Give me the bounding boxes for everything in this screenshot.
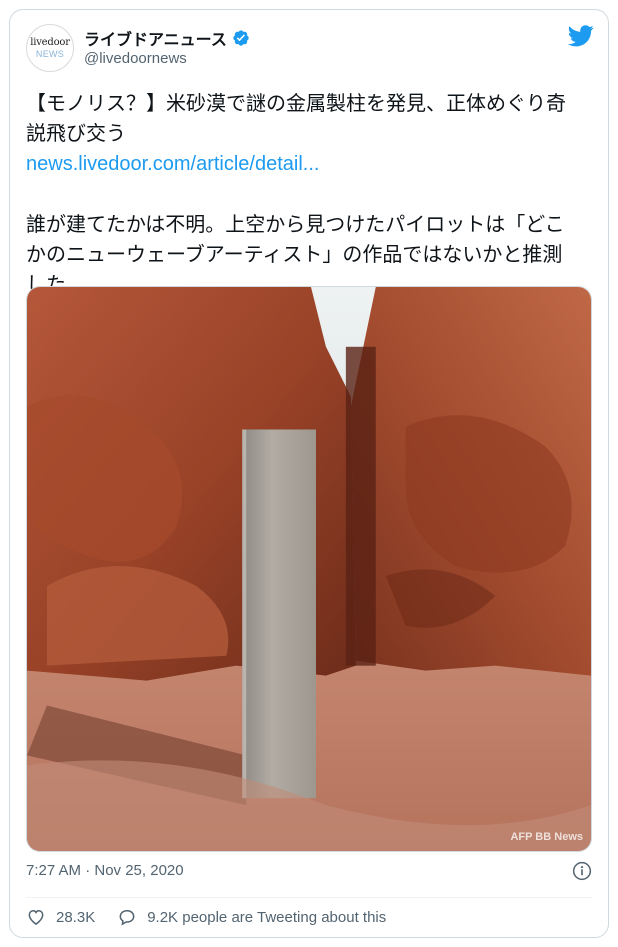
speech-bubble-icon [119,910,135,926]
photo-watermark: AFP BB News [510,831,583,843]
divider [26,897,592,898]
heart-icon [28,909,44,925]
account-handle[interactable]: @livedoornews [84,50,187,67]
avatar-logo-text: livedoor [30,36,70,48]
like-button[interactable]: 28.3K [26,907,95,927]
tweet-text: 【モノリス？】米砂漠で謎の金属製柱を発見、正体めぐり奇 説飛び交う news.l… [26,88,596,299]
engagement-bar: 28.3K 9.2K people are Tweeting about thi… [26,907,386,927]
tweet-card: livedoor NEWS ライブドアニュース @livedoornews 【モ… [9,9,609,938]
tweeting-about-text: 9.2K people are Tweeting about this [147,908,387,926]
monolith [242,429,316,799]
monolith-desert-photo [27,287,591,851]
like-count: 28.3K [56,908,96,926]
twitter-bird-icon[interactable] [568,25,594,47]
reply-button[interactable]: 9.2K people are Tweeting about this [117,907,386,927]
avatar-logo-subtext: NEWS [35,48,65,59]
author-name-row[interactable]: ライブドアニュース [84,26,250,50]
tweet-photo[interactable]: AFP BB News [26,286,592,852]
tweet-headline: 【モノリス？】米砂漠で謎の金属製柱を発見、正体めぐり奇 説飛び交う [26,91,566,145]
tweet-timestamp[interactable]: 7:27 AM · Nov 25, 2020 [26,862,184,879]
article-link[interactable]: news.livedoor.com/article/detail... [26,153,319,175]
verified-badge-icon [233,30,249,46]
info-icon[interactable] [572,861,592,881]
display-name[interactable]: ライブドアニュース [84,26,227,50]
avatar[interactable]: livedoor NEWS [26,24,74,72]
